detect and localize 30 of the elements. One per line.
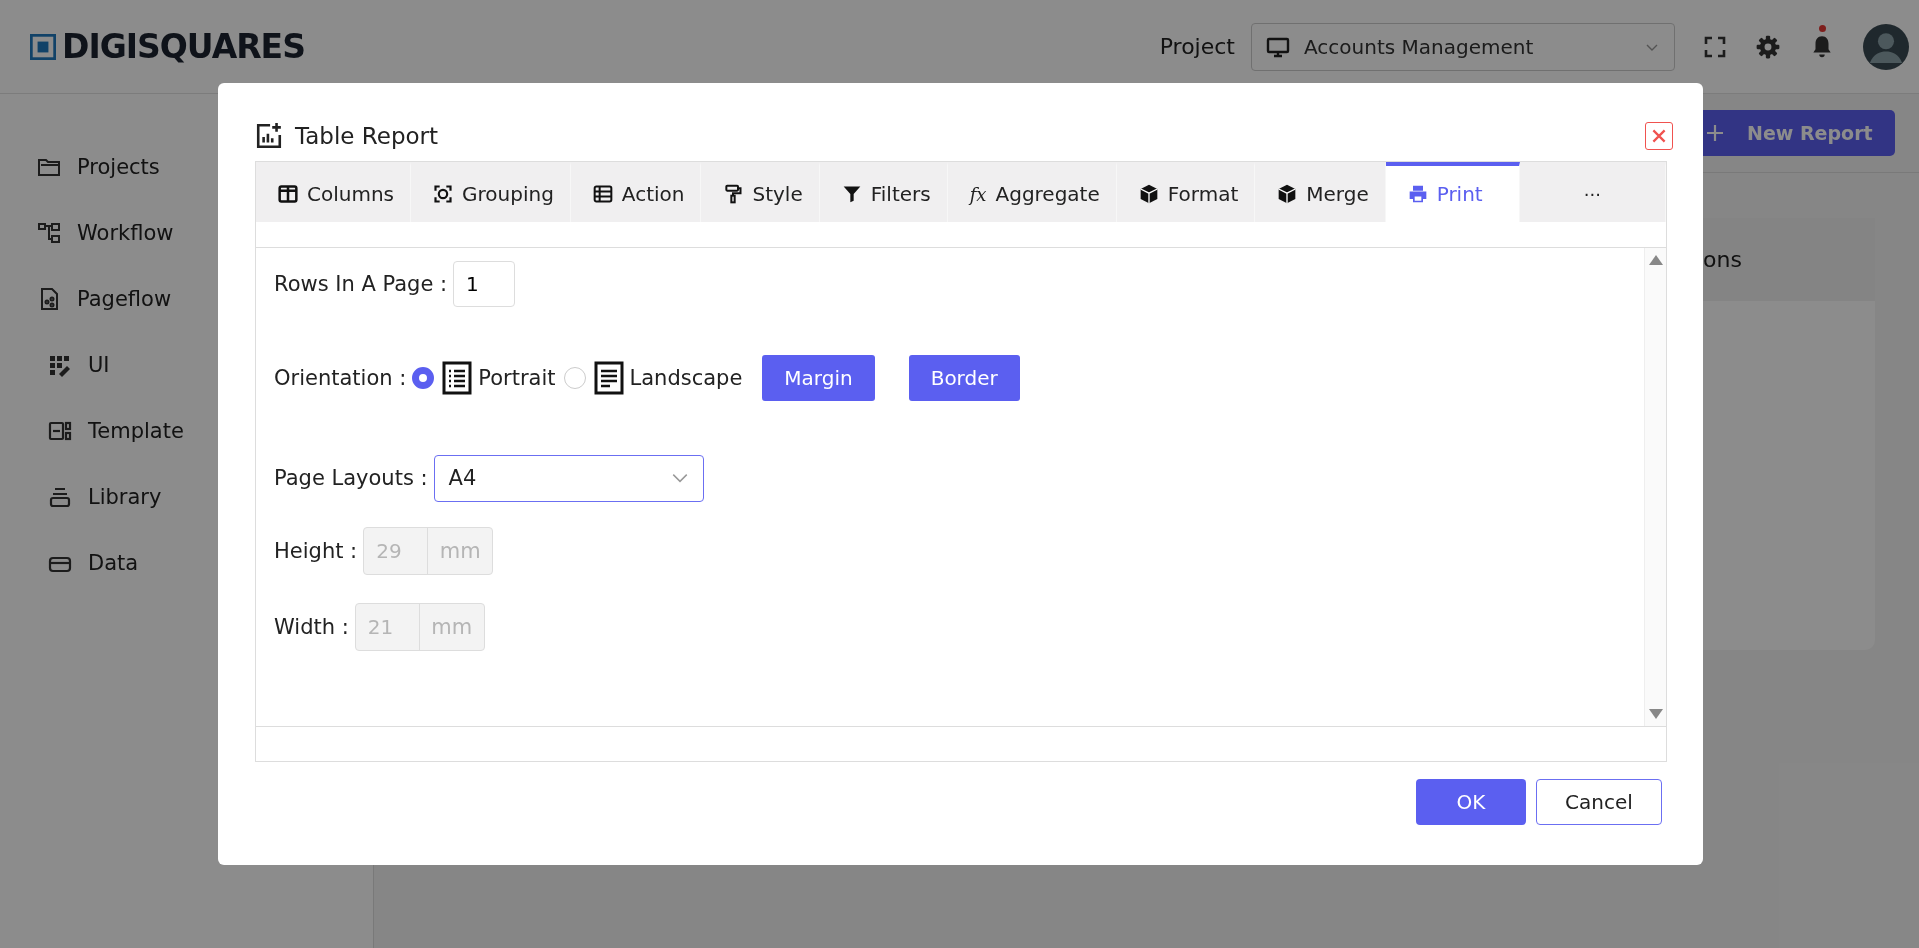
tab[interactable]: Action xyxy=(570,162,702,222)
logo-text: DIGISQUARES xyxy=(62,27,305,66)
tab[interactable]: Print xyxy=(1385,162,1520,222)
project-label: Project xyxy=(1159,34,1235,59)
field-label: Rows In A Page : xyxy=(274,272,448,296)
field-label: Page Layouts : xyxy=(274,466,428,490)
radio-label: Portrait xyxy=(478,366,556,390)
tab[interactable]: Filters xyxy=(819,162,948,222)
tab[interactable]: Columns xyxy=(256,162,411,222)
option-button[interactable]: Margin xyxy=(762,355,875,401)
more-tab[interactable]: ··· xyxy=(1519,162,1666,222)
field-label: Orientation : xyxy=(274,366,407,390)
radio-label: Landscape xyxy=(629,366,743,390)
field-label: Height : xyxy=(274,539,358,563)
tab[interactable]: Format xyxy=(1116,162,1256,222)
tab[interactable]: Grouping xyxy=(411,162,571,222)
rows-input[interactable]: 1 xyxy=(453,261,516,307)
field-label: Width : xyxy=(274,615,349,639)
tab[interactable]: Merge xyxy=(1255,162,1386,222)
cancel-button[interactable]: Cancel xyxy=(1536,779,1662,825)
ok-button[interactable]: OK xyxy=(1416,779,1526,825)
tab[interactable]: Style xyxy=(701,162,820,222)
project-select[interactable]: Accounts Management xyxy=(1251,22,1675,71)
function-icon: fx xyxy=(969,183,987,205)
sidebar-item[interactable]: Template xyxy=(0,398,373,464)
column-header: ons xyxy=(1703,247,1742,272)
option-button[interactable]: Border xyxy=(908,355,1020,401)
dialog-title: Table Report xyxy=(295,123,440,149)
tab[interactable]: fx Aggregate xyxy=(947,162,1117,222)
page-layout-select[interactable]: A4 xyxy=(433,454,704,502)
